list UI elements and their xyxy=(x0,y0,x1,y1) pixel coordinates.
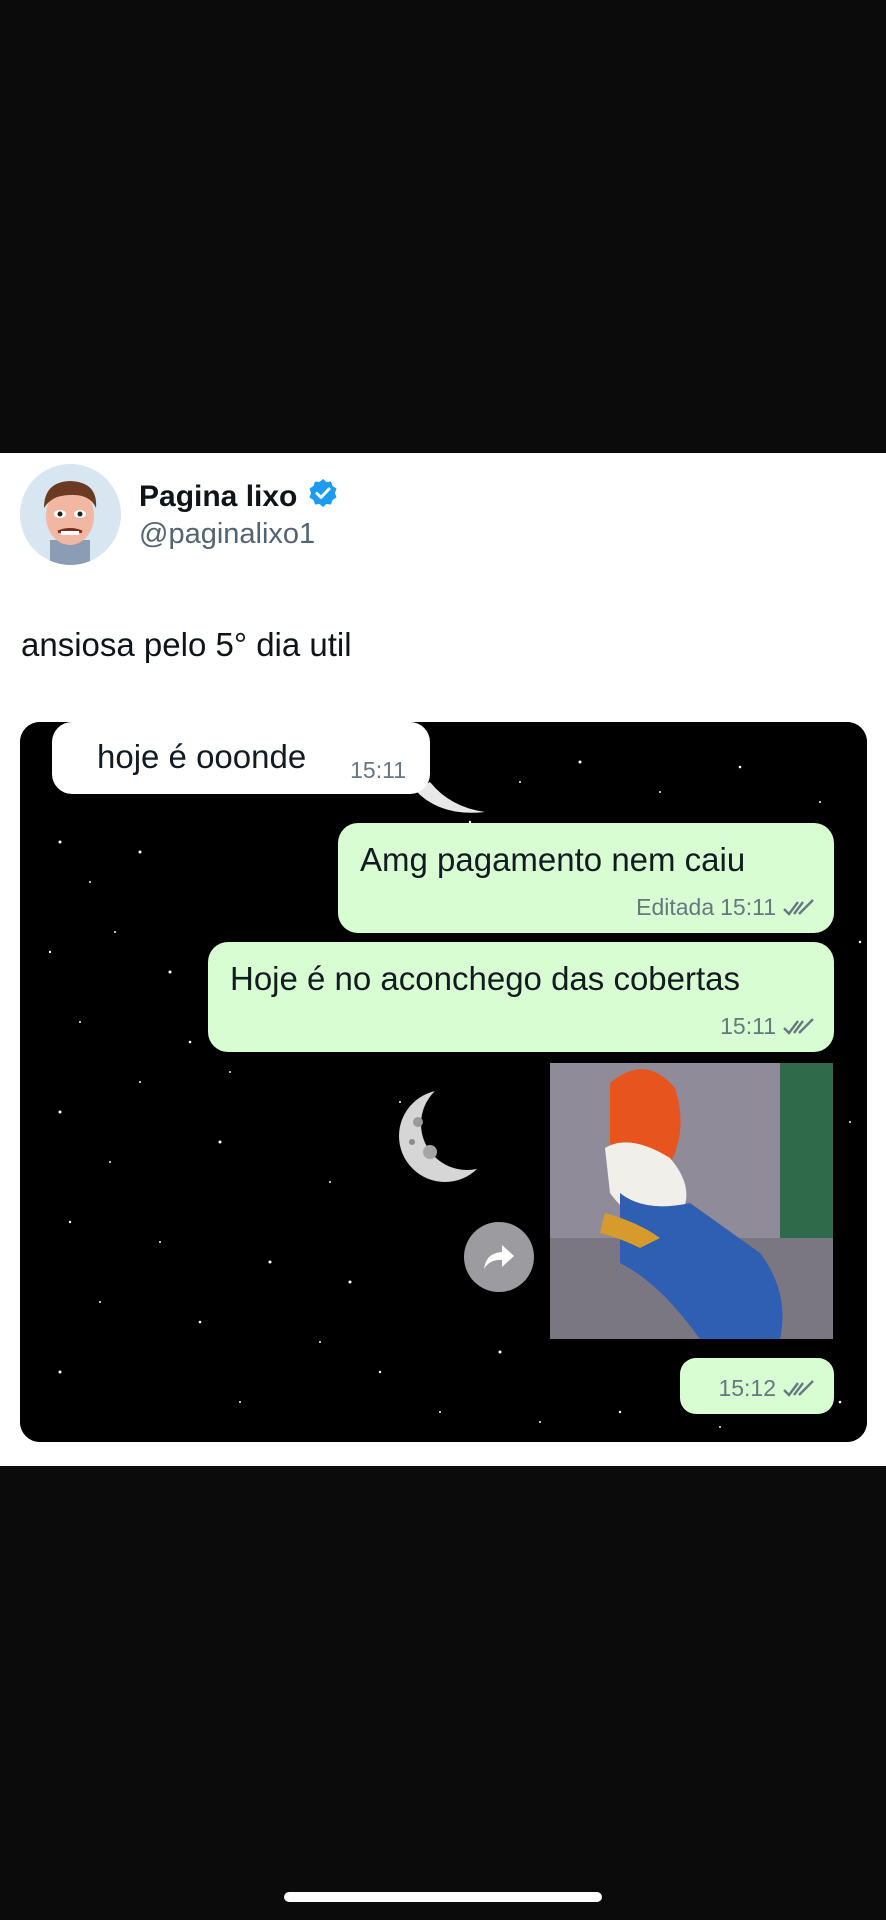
shared-image-crying-cartoon[interactable] xyxy=(550,1063,833,1339)
home-indicator[interactable] xyxy=(284,1892,602,1902)
message-bubble-incoming[interactable]: hoje é ooonde 15:11 xyxy=(52,722,430,794)
message-meta: 15:12 xyxy=(718,1375,816,1402)
forward-arrow-icon[interactable] xyxy=(464,1222,534,1292)
message-bubble-outgoing[interactable]: Amg pagamento nem caiu Editada 15:11 xyxy=(338,823,834,933)
message-time: 15:11 xyxy=(720,1013,776,1039)
chat-screenshot: hoje é ooonde 15:11 Amg pagamento nem ca… xyxy=(20,722,867,1442)
verified-badge-icon xyxy=(307,477,339,517)
read-ticks-icon xyxy=(783,1379,814,1397)
message-time: 15:11 xyxy=(720,894,776,920)
author-handle[interactable]: @paginalixo1 xyxy=(139,518,315,551)
message-time: 15:11 xyxy=(350,757,406,783)
message-time: 15:12 xyxy=(718,1375,776,1401)
tweet-card[interactable]: Pagina lixo @paginalixo1 ansiosa pelo 5°… xyxy=(0,453,886,1466)
message-text: Hoje é no aconchego das cobertas xyxy=(230,960,741,997)
message-text: Amg pagamento nem caiu xyxy=(360,841,746,878)
message-bubble-outgoing[interactable]: Hoje é no aconchego das cobertas 15:11 xyxy=(208,942,834,1052)
author-name-row[interactable]: Pagina lixo xyxy=(139,477,339,517)
read-ticks-icon xyxy=(783,898,814,916)
read-ticks-icon xyxy=(783,1017,814,1035)
message-meta: 15:11 xyxy=(720,1013,816,1040)
image-timestamp-bubble: 15:12 xyxy=(680,1358,834,1414)
avatar[interactable] xyxy=(20,464,121,565)
message-text: hoje é ooonde xyxy=(97,738,307,775)
edited-label: Editada xyxy=(636,894,715,920)
message-meta: Editada 15:11 xyxy=(636,894,816,921)
author-name[interactable]: Pagina lixo xyxy=(139,480,297,514)
tweet-text: ansiosa pelo 5° dia util xyxy=(21,626,352,663)
